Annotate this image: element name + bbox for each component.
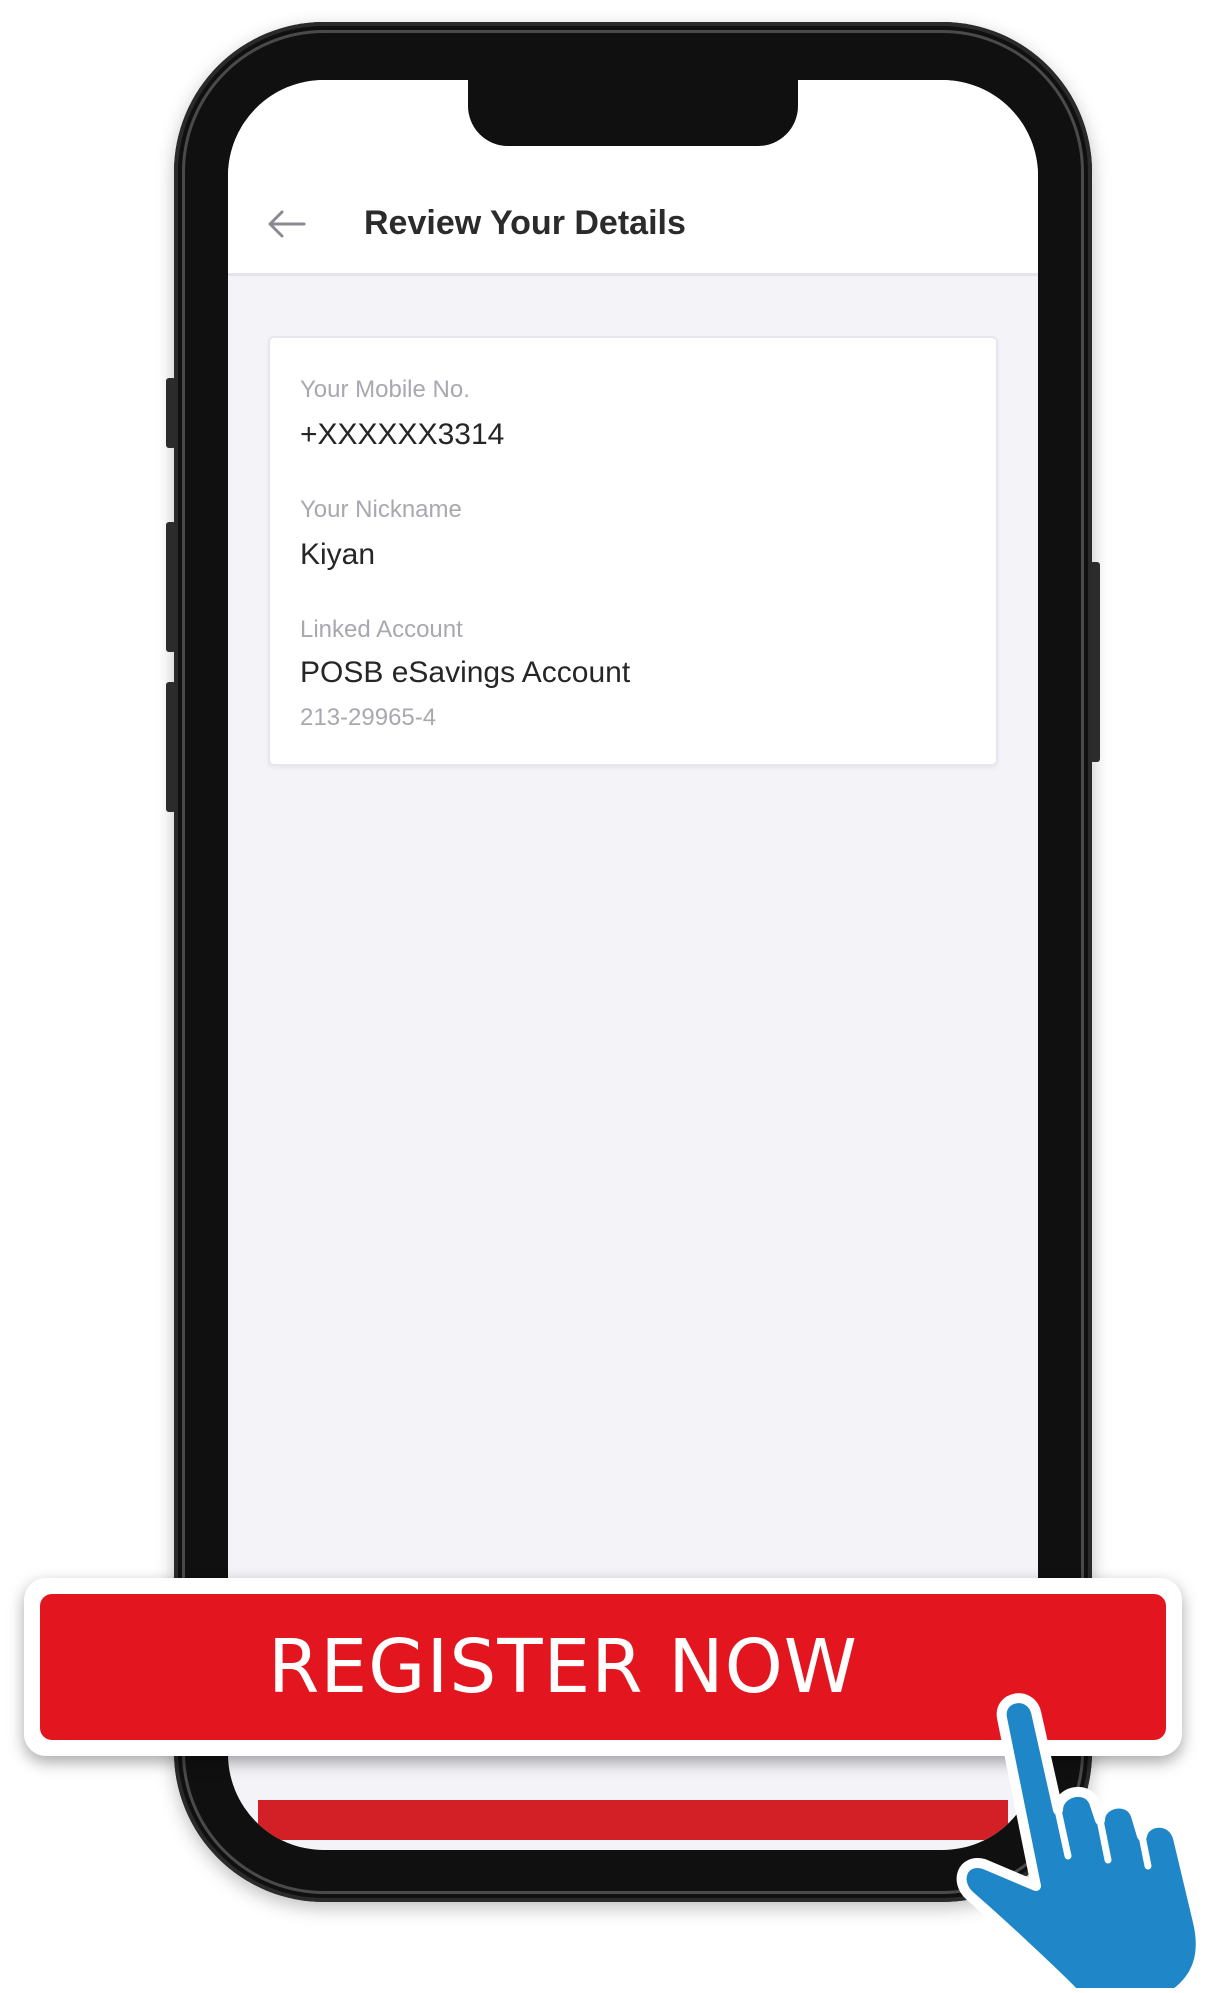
page-title: Review Your Details [364, 204, 686, 242]
phone-power-button [1090, 562, 1100, 762]
arrow-left-icon [266, 209, 306, 244]
nickname-value: Kiyan [300, 538, 376, 571]
details-card: Your Mobile No. +XXXXXX3314 Your Nicknam… [268, 336, 998, 766]
phone-volume-up-button [166, 522, 176, 652]
mobile-value: +XXXXXX3314 [300, 418, 505, 451]
mobile-label: Your Mobile No. [300, 376, 470, 403]
phone-mute-switch [166, 378, 176, 448]
back-button[interactable] [258, 198, 314, 254]
account-number: 213-29965-4 [300, 704, 437, 731]
pointing-hand-icon [940, 1660, 1210, 1993]
linked-account-value: POSB eSavings Account [300, 656, 631, 689]
phone-notch [468, 80, 798, 146]
phone-volume-down-button [166, 682, 176, 812]
nickname-label: Your Nickname [300, 496, 462, 523]
register-now-label: REGISTER NOW [268, 1624, 858, 1710]
promo-stage: Review Your Details Your Mobile No. +XXX… [0, 0, 1211, 1993]
app-bottom-button-edge [258, 1800, 1008, 1840]
linked-account-label: Linked Account [300, 616, 463, 643]
